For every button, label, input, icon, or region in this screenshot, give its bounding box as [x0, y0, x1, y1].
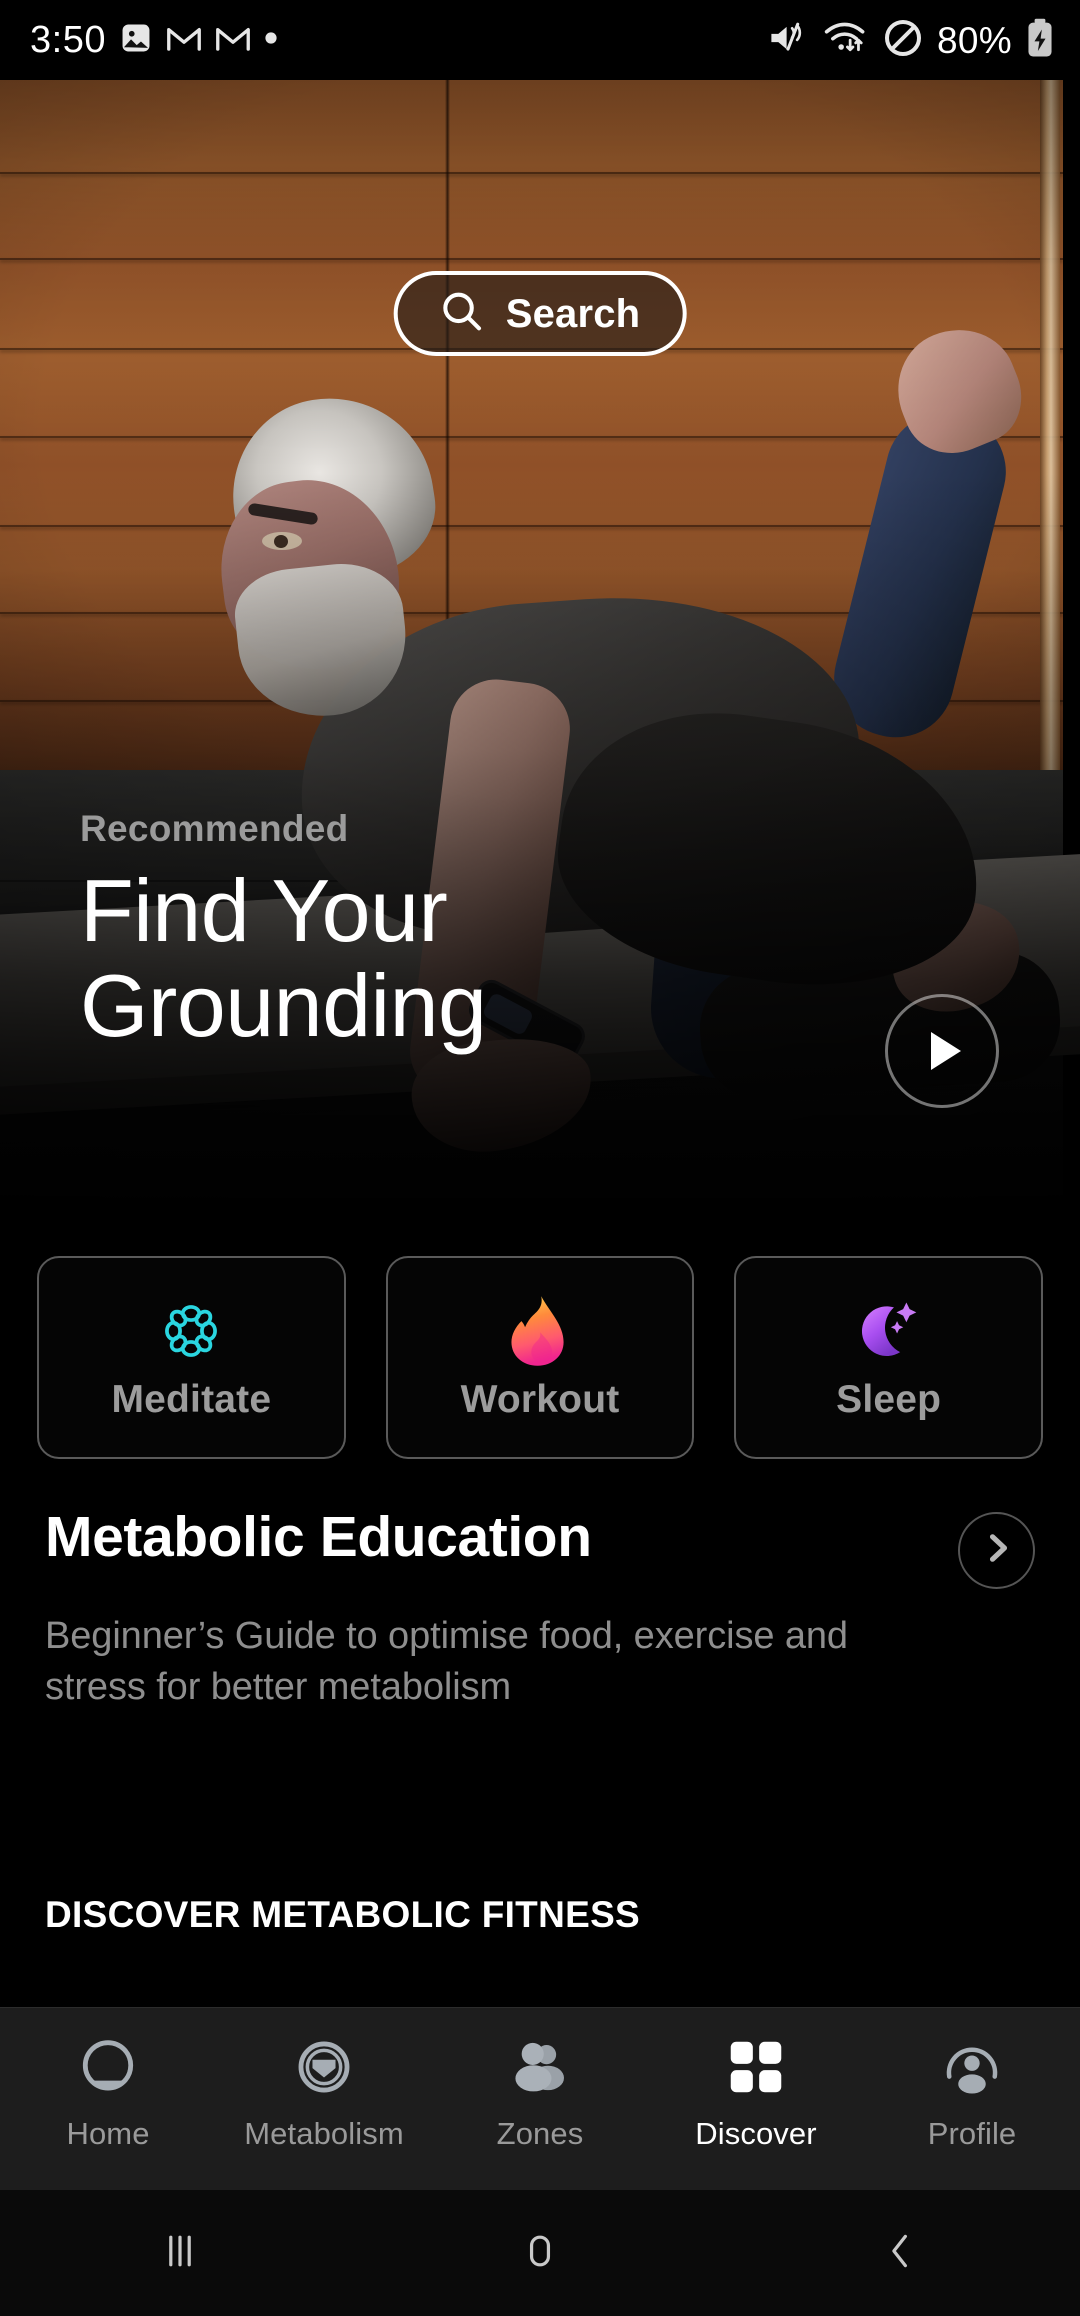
android-navigation-bar: [0, 2190, 1080, 2316]
hero-kicker: Recommended: [80, 807, 349, 849]
category-cards: Meditate Workout Sleep: [37, 1256, 1044, 1459]
people-icon: [508, 2035, 572, 2099]
nav-item-label: Home: [66, 2116, 150, 2151]
play-button[interactable]: [885, 994, 999, 1108]
nav-item-label: Metabolism: [244, 2116, 404, 2151]
category-card-label: Meditate: [111, 1377, 272, 1421]
dot-icon: [264, 31, 278, 50]
page-title: Metabolic Education: [45, 1505, 592, 1569]
grid-icon: [726, 2035, 786, 2099]
category-card-sleep[interactable]: Sleep: [734, 1256, 1044, 1459]
status-bar-clock: 3:50: [30, 19, 106, 61]
metabolic-education-forward-button[interactable]: [958, 1512, 1035, 1589]
person-circle-icon: [940, 2035, 1004, 2099]
lotus-icon: [154, 1294, 228, 1368]
metabolic-education-subtitle: Beginner’s Guide to optimise food, exerc…: [45, 1615, 848, 1708]
play-icon: [931, 1032, 961, 1070]
home-icon: [517, 2228, 563, 2279]
status-bar: 3:50 80%: [0, 0, 1080, 80]
moon-icon: [852, 1294, 926, 1368]
category-card-workout[interactable]: Workout: [385, 1256, 695, 1459]
status-bar-right: 80%: [767, 18, 1054, 63]
category-card-label: Sleep: [836, 1377, 942, 1421]
hero-text-block: Recommended Find Your Grounding: [80, 807, 487, 1055]
search-button[interactable]: Search: [393, 271, 687, 356]
gmail-icon: [166, 23, 202, 58]
do-not-disturb-icon: [883, 18, 923, 63]
nav-item-metabolism[interactable]: Metabolism: [216, 2035, 432, 2152]
nav-item-home[interactable]: Home: [0, 2035, 216, 2152]
android-recents-button[interactable]: [0, 2228, 360, 2279]
photo-icon: [119, 21, 153, 60]
recents-icon: [157, 2228, 203, 2279]
android-back-button[interactable]: [720, 2228, 1080, 2279]
nav-item-label: Zones: [496, 2116, 584, 2151]
nav-item-label: Discover: [695, 2116, 817, 2151]
status-bar-left: 3:50: [30, 21, 278, 60]
hero-banner[interactable]: Search Recommended Find Your Grounding: [0, 80, 1080, 1235]
metabolism-gauge-icon: [292, 2035, 356, 2099]
flame-icon: [503, 1294, 577, 1368]
search-button-label: Search: [505, 291, 641, 336]
discover-section-header: DISCOVER METABOLIC FITNESS: [45, 1894, 641, 1935]
category-card-meditate[interactable]: Meditate: [37, 1256, 346, 1459]
back-icon: [877, 2228, 923, 2279]
hero-title-line-1: Find Your: [80, 860, 448, 960]
category-card-label: Workout: [460, 1377, 620, 1421]
nav-item-label: Profile: [927, 2116, 1017, 2151]
wifi-icon: [823, 20, 869, 61]
battery-percent-label: 80%: [937, 19, 1012, 61]
nav-item-profile[interactable]: Profile: [864, 2035, 1080, 2152]
home-circle-icon: [76, 2035, 140, 2099]
nav-item-zones[interactable]: Zones: [432, 2035, 648, 2152]
gmail-icon: [215, 23, 251, 58]
android-home-button[interactable]: [360, 2228, 720, 2279]
chevron-right-icon: [979, 1530, 1015, 1571]
search-icon: [440, 289, 484, 338]
bottom-navigation-bar: Home Metabolism Zones Discover Profile: [0, 2007, 1080, 2190]
hero-title-line-2: Grounding: [80, 955, 487, 1055]
metabolic-education-header: Metabolic Education: [45, 1505, 1035, 1589]
metabolic-education-section[interactable]: Metabolic Education Beginner’s Guide to …: [45, 1505, 1035, 1712]
mute-icon: [767, 20, 809, 61]
battery-charging-icon: [1026, 18, 1054, 63]
nav-item-discover[interactable]: Discover: [648, 2035, 864, 2152]
